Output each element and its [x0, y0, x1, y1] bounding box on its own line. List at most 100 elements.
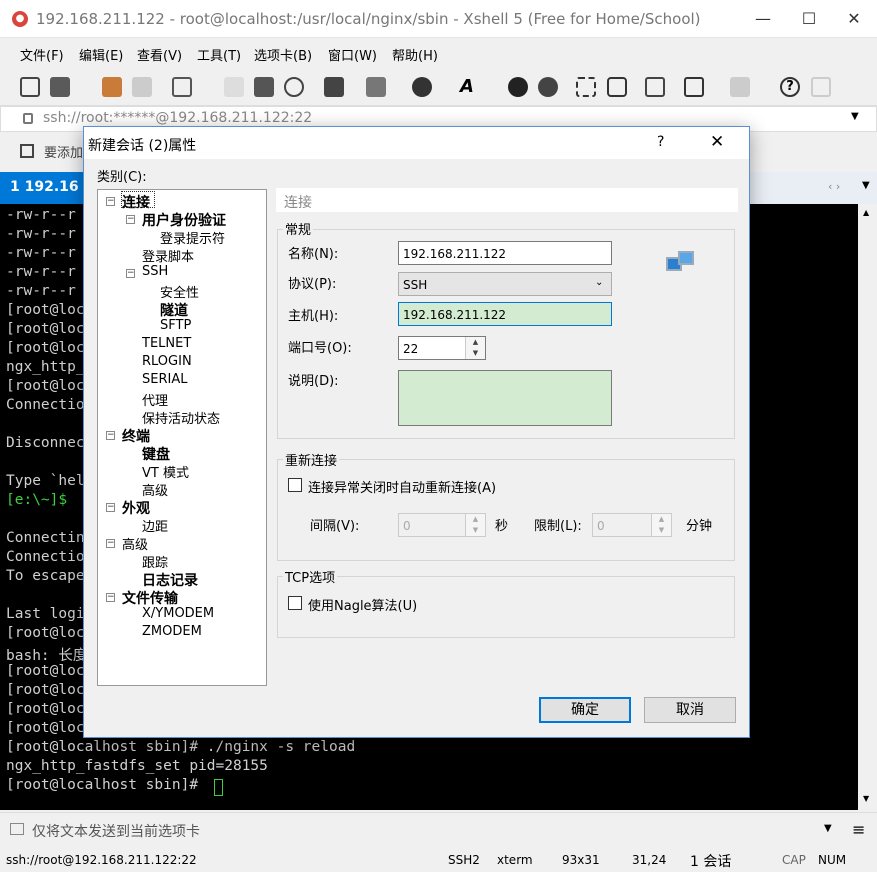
chevron-down-icon[interactable]: ▼ — [824, 823, 832, 834]
print-icon[interactable] — [324, 77, 344, 97]
transfer-icon[interactable] — [366, 77, 386, 97]
menu-lines-icon[interactable]: ≡ — [852, 820, 865, 839]
tab-session-1[interactable]: 1 192.16 — [0, 172, 84, 204]
chat-icon[interactable] — [811, 77, 831, 97]
maximize-button[interactable]: ☐ — [786, 6, 832, 32]
layout-icon[interactable] — [730, 77, 750, 97]
keyboard-icon[interactable] — [645, 77, 665, 97]
xmanager-icon[interactable] — [538, 77, 558, 97]
menu-tabs[interactable]: 选项卡(B) — [254, 45, 312, 64]
tree-item[interactable]: 键盘 — [142, 444, 170, 464]
host-input[interactable]: 192.168.211.122 — [398, 302, 612, 326]
address-text[interactable]: ssh://root:******@192.168.211.122:22 — [43, 110, 312, 126]
tree-item[interactable]: ZMODEM — [142, 624, 202, 639]
new-session-icon[interactable] — [20, 77, 40, 97]
tree-item[interactable]: 高级 — [142, 480, 168, 499]
minimize-button[interactable]: — — [740, 6, 786, 32]
tree-item[interactable]: 保持活动状态 — [142, 408, 220, 427]
terminal-line: Connectio — [6, 397, 85, 413]
ok-button[interactable]: 确定 — [539, 697, 631, 723]
tab-menu-icon[interactable]: ▼ — [862, 180, 870, 191]
name-input[interactable]: 192.168.211.122 — [398, 241, 612, 265]
globe-icon[interactable] — [412, 77, 432, 97]
chevron-down-icon: ⌄ — [595, 277, 604, 288]
menu-file[interactable]: 文件(F) — [20, 45, 64, 64]
tree-item[interactable]: 登录提示符 — [160, 228, 225, 247]
dialog-title-bar: 新建会话 (2)属性 ? ✕ — [84, 127, 749, 159]
menu-tools[interactable]: 工具(T) — [197, 45, 241, 64]
menu-view[interactable]: 查看(V) — [137, 45, 182, 64]
category-tree[interactable]: − 连接 − 用户身份验证 登录提示符 登录脚本 − SSH 安全性 隧道 SFTP TELNET RL… — [97, 189, 267, 686]
auto-reconnect-checkbox[interactable] — [288, 478, 302, 492]
compose-bar[interactable]: 仅将文本发送到当前选项卡 ▼ ≡ — [0, 812, 877, 846]
tree-expander-icon[interactable]: − — [106, 431, 115, 440]
tree-expander-icon[interactable]: − — [106, 503, 115, 512]
nagle-checkbox[interactable] — [288, 596, 302, 610]
lock-icon[interactable] — [607, 77, 627, 97]
dialog-close-icon[interactable]: ✕ — [710, 132, 724, 152]
add-tab-icon[interactable] — [684, 77, 704, 97]
terminal-line: [root@localhost sbin]# ./nginx -s reload — [6, 739, 356, 755]
disconnect-icon[interactable] — [132, 77, 152, 97]
tree-item[interactable]: X/YMODEM — [142, 606, 214, 621]
quick-command-icon[interactable] — [20, 144, 34, 158]
reconnect-legend: 重新连接 — [283, 450, 340, 469]
properties-icon[interactable] — [172, 77, 192, 97]
terminal-scrollbar[interactable]: ▲ ▼ — [858, 204, 877, 810]
close-button[interactable]: ✕ — [831, 6, 877, 32]
tree-item[interactable]: 日志记录 — [142, 570, 198, 590]
tree-item[interactable]: SERIAL — [142, 372, 187, 387]
cancel-button[interactable]: 取消 — [644, 697, 736, 723]
port-input[interactable]: 22 ▲ ▼ — [398, 336, 486, 360]
dialog-help-button[interactable]: ? — [657, 134, 664, 150]
status-protocol: SSH2 — [448, 853, 480, 867]
xftp-icon[interactable] — [508, 77, 528, 97]
tree-item[interactable]: 高级 — [122, 534, 148, 553]
fullscreen-icon[interactable] — [576, 77, 596, 97]
help-icon[interactable]: ? — [780, 77, 800, 97]
tree-item[interactable]: SFTP — [160, 318, 191, 333]
tree-item[interactable]: SSH — [142, 264, 168, 279]
tree-item[interactable]: RLOGIN — [142, 354, 192, 369]
tree-item[interactable]: 边距 — [142, 516, 168, 535]
description-textarea[interactable] — [398, 370, 612, 426]
tree-expander-icon[interactable]: − — [126, 269, 135, 278]
tree-expander-icon[interactable]: − — [126, 215, 135, 224]
protocol-select[interactable]: SSH ⌄ — [398, 272, 612, 296]
tree-item[interactable]: TELNET — [142, 336, 191, 351]
quick-command-label: 要添加 — [44, 146, 84, 161]
paste-icon[interactable] — [254, 77, 274, 97]
connect-icon[interactable] — [102, 77, 122, 97]
tree-expander-icon[interactable]: − — [106, 593, 115, 602]
find-icon[interactable] — [284, 77, 304, 97]
menu-help[interactable]: 帮助(H) — [392, 45, 438, 64]
tree-item[interactable]: 终端 — [122, 426, 150, 446]
menu-edit[interactable]: 编辑(E) — [79, 45, 123, 64]
tree-item[interactable]: 用户身份验证 — [142, 210, 226, 230]
tab-scroll-icon[interactable]: ‹ › — [828, 180, 840, 193]
tree-item[interactable]: 文件传输 — [122, 588, 178, 608]
chevron-down-icon[interactable]: ▼ — [851, 111, 859, 122]
tree-item[interactable]: 代理 — [142, 390, 168, 409]
tree-item[interactable]: 隧道 — [160, 300, 188, 320]
scroll-down-icon[interactable]: ▼ — [863, 794, 869, 803]
port-spinner[interactable]: ▲ ▼ — [465, 337, 485, 359]
tcp-legend: TCP选项 — [283, 567, 338, 586]
tree-expander-icon[interactable]: − — [106, 539, 115, 548]
tree-item[interactable]: 跟踪 — [142, 552, 168, 571]
terminal-line: [root@loc — [6, 340, 85, 356]
limit-value: 0 — [597, 519, 605, 533]
terminal-line: [root@loc — [6, 321, 85, 337]
copy-icon[interactable] — [224, 77, 244, 97]
open-folder-icon[interactable] — [50, 77, 70, 97]
scroll-up-icon[interactable]: ▲ — [863, 208, 869, 217]
font-icon[interactable]: A — [460, 77, 480, 97]
menu-window[interactable]: 窗口(W) — [328, 45, 377, 64]
limit-unit: 分钟 — [686, 519, 713, 534]
tree-item[interactable]: 安全性 — [160, 282, 199, 301]
auto-reconnect-label: 连接异常关闭时自动重新连接(A) — [308, 481, 497, 496]
tree-expander-icon[interactable]: − — [106, 197, 115, 206]
tree-item[interactable]: VT 模式 — [142, 462, 189, 481]
tree-item[interactable]: 外观 — [122, 498, 150, 518]
tree-item[interactable]: 登录脚本 — [142, 246, 194, 265]
